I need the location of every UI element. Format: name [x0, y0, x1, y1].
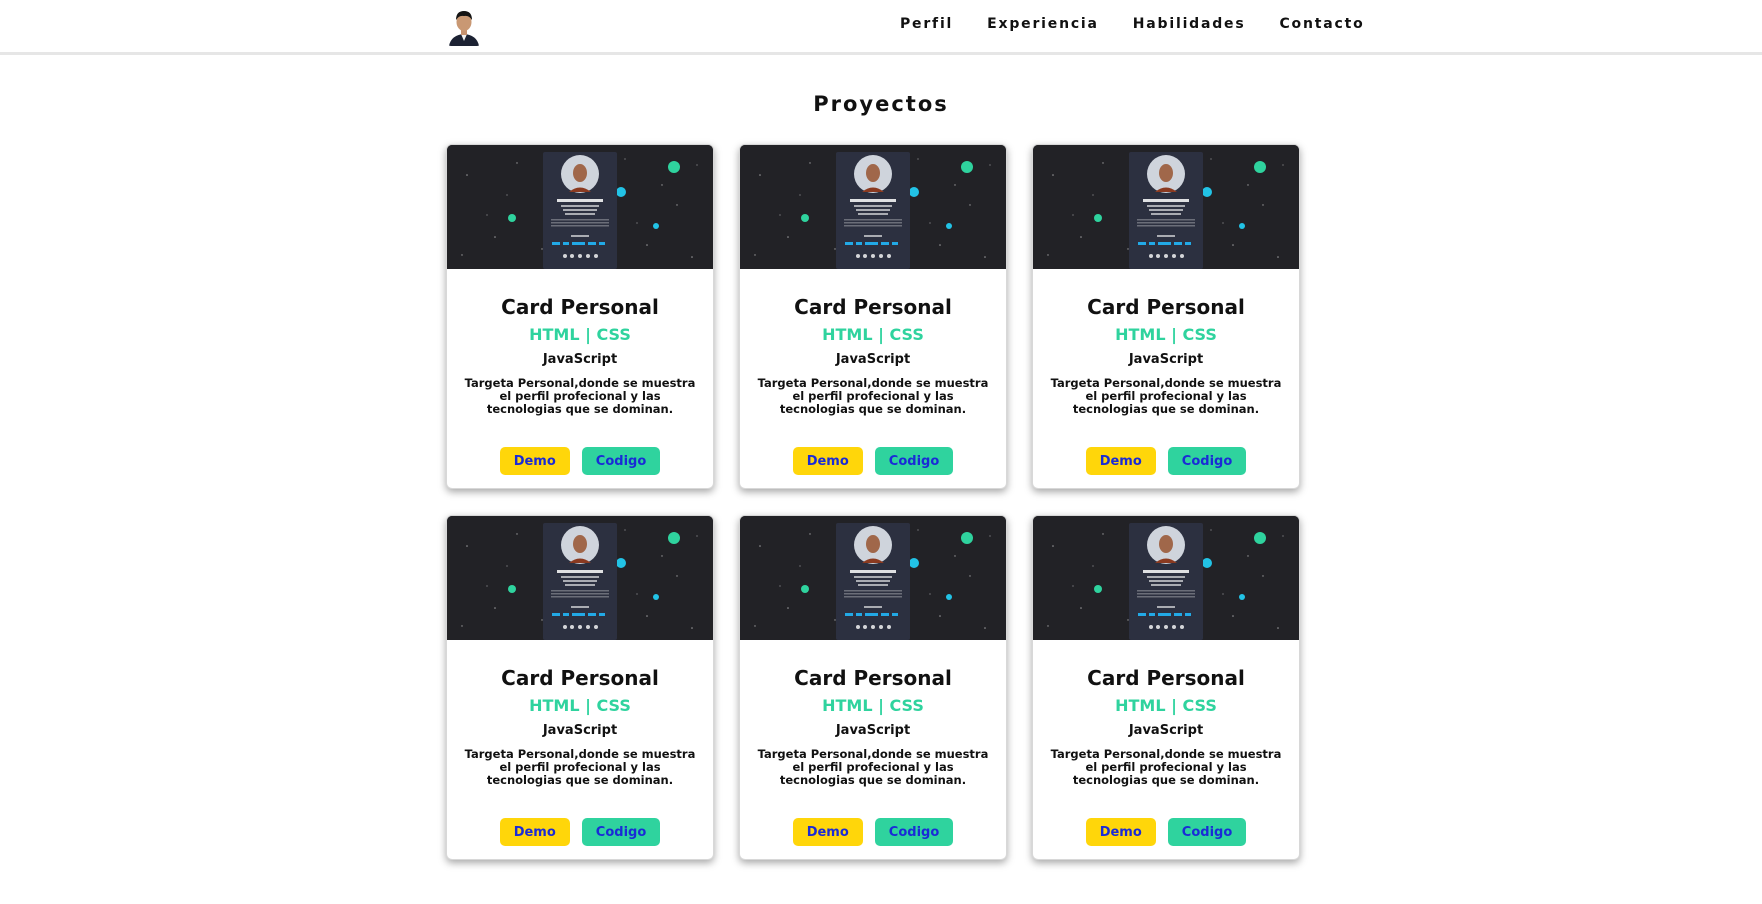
- code-button[interactable]: Codigo: [581, 818, 661, 846]
- nav-link-habilidades[interactable]: Habilidades: [1133, 16, 1246, 32]
- nav-link-experiencia[interactable]: Experiencia: [987, 16, 1099, 32]
- card-tech-secondary: JavaScript: [1128, 723, 1204, 738]
- card-tech-primary: HTML | CSS: [1115, 696, 1217, 715]
- card-actions: Demo Codigo: [1033, 447, 1299, 475]
- card-title: Card Personal: [1087, 295, 1245, 319]
- card-description: Targeta Personal,donde se muestra el per…: [1050, 376, 1282, 416]
- code-button[interactable]: Codigo: [874, 818, 954, 846]
- card-description: Targeta Personal,donde se muestra el per…: [757, 376, 989, 416]
- project-thumbnail-image[interactable]: [740, 516, 1006, 640]
- project-card: Card Personal HTML | CSS JavaScript Targ…: [1032, 515, 1300, 860]
- card-tech-secondary: JavaScript: [542, 352, 618, 367]
- card-actions: Demo Codigo: [1033, 818, 1299, 846]
- project-thumbnail-image[interactable]: [1033, 145, 1299, 269]
- card-tech-primary: HTML | CSS: [529, 696, 631, 715]
- project-thumbnail-image[interactable]: [447, 145, 713, 269]
- card-title: Card Personal: [501, 666, 659, 690]
- avatar-portrait-icon: [447, 8, 481, 46]
- code-button[interactable]: Codigo: [581, 447, 661, 475]
- card-title: Card Personal: [794, 666, 952, 690]
- card-tech-secondary: JavaScript: [835, 723, 911, 738]
- project-thumbnail-image[interactable]: [1033, 516, 1299, 640]
- card-tech-secondary: JavaScript: [835, 352, 911, 367]
- project-card: Card Personal HTML | CSS JavaScript Targ…: [446, 515, 714, 860]
- code-button[interactable]: Codigo: [1167, 818, 1247, 846]
- card-tech-secondary: JavaScript: [542, 723, 618, 738]
- project-thumbnail-image[interactable]: [447, 516, 713, 640]
- project-card: Card Personal HTML | CSS JavaScript Targ…: [739, 515, 1007, 860]
- card-tech-primary: HTML | CSS: [822, 696, 924, 715]
- nav-link-perfil[interactable]: Perfil: [900, 16, 953, 32]
- code-button[interactable]: Codigo: [1167, 447, 1247, 475]
- card-tech-secondary: JavaScript: [1128, 352, 1204, 367]
- card-tech-primary: HTML | CSS: [822, 325, 924, 344]
- top-nav-bar: Perfil Experiencia Habilidades Contacto: [0, 0, 1762, 55]
- demo-button[interactable]: Demo: [792, 818, 863, 846]
- project-card: Card Personal HTML | CSS JavaScript Targ…: [1032, 144, 1300, 489]
- card-description: Targeta Personal,donde se muestra el per…: [464, 747, 696, 787]
- demo-button[interactable]: Demo: [499, 447, 570, 475]
- profile-avatar[interactable]: [447, 8, 481, 46]
- card-tech-primary: HTML | CSS: [1115, 325, 1217, 344]
- projects-grid: Card Personal HTML | CSS JavaScript Targ…: [446, 144, 1300, 860]
- main-nav: Perfil Experiencia Habilidades Contacto: [900, 16, 1365, 32]
- card-title: Card Personal: [501, 295, 659, 319]
- projects-section-title: Proyectos: [813, 92, 949, 116]
- project-card: Card Personal HTML | CSS JavaScript Targ…: [739, 144, 1007, 489]
- demo-button[interactable]: Demo: [792, 447, 863, 475]
- card-actions: Demo Codigo: [740, 818, 1006, 846]
- card-actions: Demo Codigo: [447, 818, 713, 846]
- card-description: Targeta Personal,donde se muestra el per…: [464, 376, 696, 416]
- demo-button[interactable]: Demo: [499, 818, 570, 846]
- demo-button[interactable]: Demo: [1085, 818, 1156, 846]
- project-thumbnail-image[interactable]: [740, 145, 1006, 269]
- card-description: Targeta Personal,donde se muestra el per…: [757, 747, 989, 787]
- demo-button[interactable]: Demo: [1085, 447, 1156, 475]
- code-button[interactable]: Codigo: [874, 447, 954, 475]
- nav-link-contacto[interactable]: Contacto: [1279, 16, 1364, 32]
- card-actions: Demo Codigo: [447, 447, 713, 475]
- card-tech-primary: HTML | CSS: [529, 325, 631, 344]
- project-card: Card Personal HTML | CSS JavaScript Targ…: [446, 144, 714, 489]
- card-description: Targeta Personal,donde se muestra el per…: [1050, 747, 1282, 787]
- card-title: Card Personal: [1087, 666, 1245, 690]
- card-actions: Demo Codigo: [740, 447, 1006, 475]
- card-title: Card Personal: [794, 295, 952, 319]
